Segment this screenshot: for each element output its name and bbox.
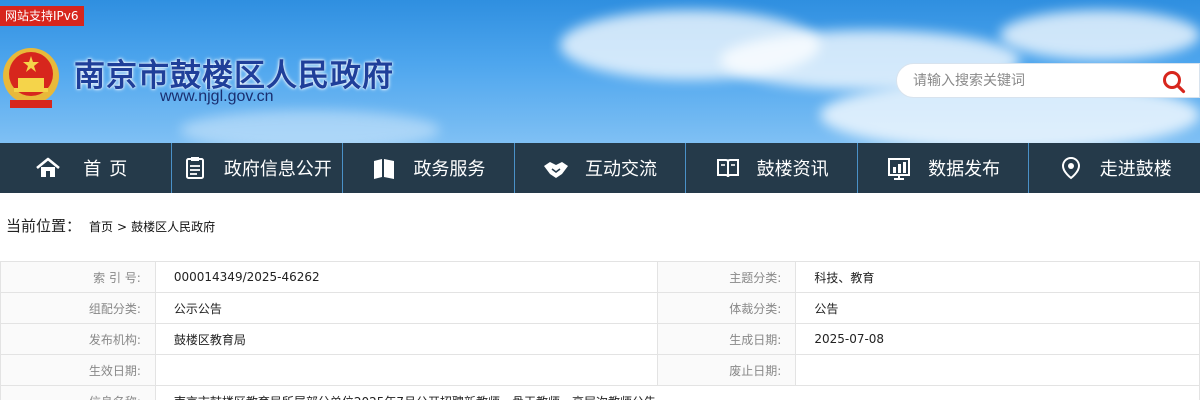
info-name-value: 南京市鼓楼区教育局所属部分单位2025年7月公开招聘新教师、骨干教师、高层次教师… xyxy=(154,385,1200,400)
table-row: 信息名称: 南京市鼓楼区教育局所属部分单位2025年7月公开招聘新教师、骨干教师… xyxy=(0,385,1200,400)
document-info-table: 索 引 号: 000014349/2025-46262 主题分类: 科技、教育 … xyxy=(0,261,1200,400)
expiry-date-value xyxy=(795,354,1200,386)
nav-label: 走进鼓楼 xyxy=(1099,159,1172,180)
nav-item-about[interactable]: 走进鼓楼 xyxy=(1028,143,1200,193)
location-icon xyxy=(1061,156,1080,180)
news-icon xyxy=(716,159,739,178)
effective-date-value xyxy=(154,354,659,386)
nav-label: 鼓楼资讯 xyxy=(756,159,829,180)
nav-item-interaction[interactable]: 互动交流 xyxy=(513,143,686,193)
nav-item-data[interactable]: 数据发布 xyxy=(856,143,1029,193)
site-url[interactable]: www.njgl.gov.cn xyxy=(160,88,274,106)
created-date-label: 生成日期: xyxy=(657,323,797,355)
publisher-value: 鼓楼区教育局 xyxy=(154,323,659,355)
breadcrumb-label: 当前位置： xyxy=(6,217,82,235)
table-row: 生效日期: 废止日期: xyxy=(0,354,1200,386)
header-banner: 网站支持IPv6 南京市鼓楼区人民政府 www.njgl.gov.cn xyxy=(0,0,1200,143)
index-number-value: 000014349/2025-46262 xyxy=(154,261,659,293)
publisher-label: 发布机构: xyxy=(0,323,156,355)
genre-category-label: 体裁分类: xyxy=(657,292,797,324)
nav-label: 首页 xyxy=(83,159,136,180)
nav-label: 数据发布 xyxy=(928,159,1001,180)
nav-label: 政府信息公开 xyxy=(223,159,332,180)
breadcrumb-link-home[interactable]: 首页 xyxy=(89,218,113,235)
chart-icon xyxy=(888,158,911,180)
breadcrumb: 当前位置： 首页 > 鼓楼区人民政府 xyxy=(6,215,215,236)
expiry-date-label: 废止日期: xyxy=(657,354,797,386)
created-date-value: 2025-07-08 xyxy=(795,323,1200,355)
table-row: 索 引 号: 000014349/2025-46262 主题分类: 科技、教育 xyxy=(0,261,1200,293)
nav-item-home[interactable]: 首页 xyxy=(0,143,171,193)
nav-item-news[interactable]: 鼓楼资讯 xyxy=(685,143,857,193)
search-box xyxy=(896,63,1200,98)
book-icon xyxy=(374,159,395,179)
topic-category-value: 科技、教育 xyxy=(795,261,1200,293)
search-icon[interactable] xyxy=(1161,69,1187,95)
nav-item-services[interactable]: 政务服务 xyxy=(342,143,514,193)
main-nav: 首页 政府信息公开 政务服务 互动交流 鼓楼资讯 数据发布 走进鼓楼 xyxy=(0,143,1200,193)
nav-label: 互动交流 xyxy=(585,159,658,180)
breadcrumb-separator: > xyxy=(117,220,128,234)
breadcrumb-link-district-gov[interactable]: 鼓楼区人民政府 xyxy=(131,218,215,235)
national-emblem-icon xyxy=(3,48,59,108)
search-input[interactable] xyxy=(913,71,1153,91)
table-row: 组配分类: 公示公告 体裁分类: 公告 xyxy=(0,292,1200,324)
ipv6-badge: 网站支持IPv6 xyxy=(0,6,84,26)
topic-category-label: 主题分类: xyxy=(657,261,797,293)
table-row: 发布机构: 鼓楼区教育局 生成日期: 2025-07-08 xyxy=(0,323,1200,355)
home-icon xyxy=(36,157,61,177)
index-number-label: 索 引 号: xyxy=(0,261,156,293)
handshake-icon xyxy=(544,162,569,178)
group-category-value: 公示公告 xyxy=(154,292,659,324)
genre-category-value: 公告 xyxy=(795,292,1200,324)
effective-date-label: 生效日期: xyxy=(0,354,156,386)
group-category-label: 组配分类: xyxy=(0,292,156,324)
nav-label: 政务服务 xyxy=(413,159,486,180)
document-icon xyxy=(185,157,204,179)
nav-item-gov-info[interactable]: 政府信息公开 xyxy=(170,143,343,193)
info-name-label: 信息名称: xyxy=(0,385,156,400)
